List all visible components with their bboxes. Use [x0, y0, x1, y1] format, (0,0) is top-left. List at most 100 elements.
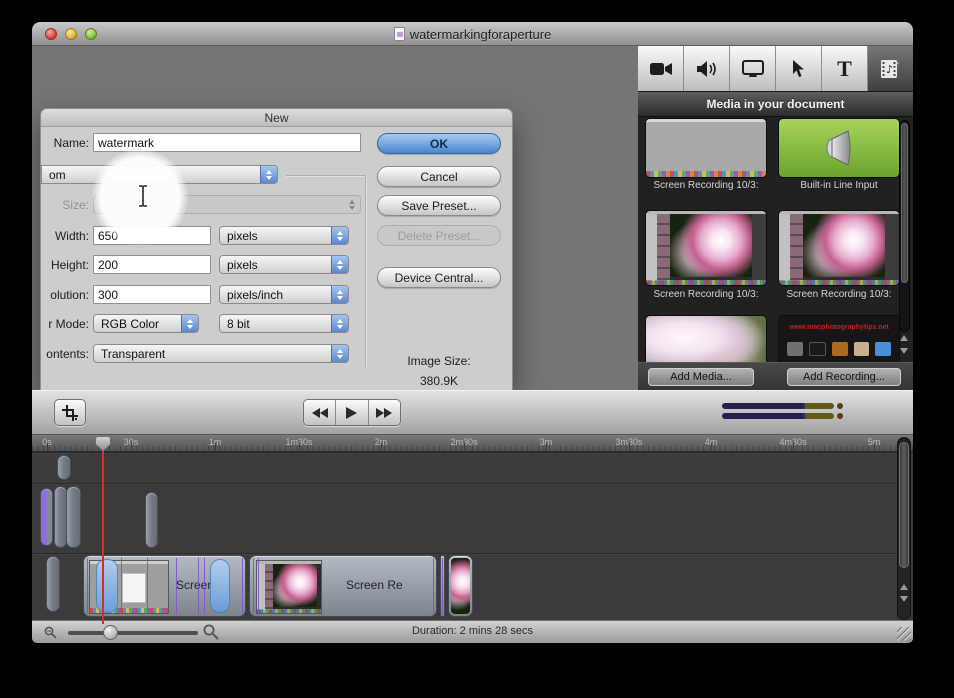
device-central-button[interactable]: Device Central...: [377, 267, 501, 288]
scroll-down-arrow[interactable]: [900, 348, 908, 354]
timeline-clip-screen-recording-2[interactable]: Screen Re: [249, 555, 437, 617]
width-unit-dropdown[interactable]: pixels: [219, 226, 349, 245]
timeline-clip-screen-recording-1[interactable]: Screen: [83, 555, 246, 617]
group-border-right: [365, 175, 366, 367]
play-icon: [346, 407, 357, 419]
height-unit-dropdown[interactable]: pixels: [219, 255, 349, 274]
media-item-website-clip[interactable]: www.macphotographytips.net: [778, 315, 900, 362]
clip-action-marker[interactable]: [210, 559, 230, 613]
width-input[interactable]: [93, 226, 211, 245]
timeline-clip-small[interactable]: [46, 556, 60, 612]
resolution-unit-dropdown[interactable]: pixels/inch: [219, 285, 349, 304]
media-item-screen-recording-3[interactable]: [778, 210, 900, 286]
timeline-clip-purple[interactable]: [40, 488, 53, 546]
resolution-unit-value: pixels/inch: [227, 288, 283, 302]
name-input[interactable]: [93, 133, 361, 152]
height-input[interactable]: [93, 255, 211, 274]
height-label: Height:: [51, 258, 89, 272]
track-separator: [32, 553, 913, 554]
ruler-major-tick: [215, 443, 216, 451]
document-icon: [394, 27, 405, 41]
fast-forward-button[interactable]: [369, 400, 400, 425]
lily-photo: [451, 558, 470, 614]
ruler-major-tick: [381, 443, 382, 451]
rewind-button[interactable]: [304, 400, 336, 425]
play-button[interactable]: [336, 400, 368, 425]
timeline-scrollbar-arrows: [898, 584, 910, 602]
panel-tab-bar: T ♪ ♪: [638, 46, 913, 92]
color-mode-dropdown[interactable]: RGB Color: [93, 314, 199, 333]
media-item-line-input[interactable]: [778, 118, 900, 178]
preset-dropdown[interactable]: om: [41, 165, 278, 184]
clip-label: Screen Re: [346, 578, 403, 592]
bit-depth-dropdown[interactable]: 8 bit: [219, 314, 349, 333]
dock-strip: [257, 609, 321, 613]
lily-photo: [670, 214, 752, 277]
scroll-down-arrow[interactable]: [900, 596, 908, 602]
timeline-clip-small[interactable]: [57, 455, 71, 480]
title-bar[interactable]: watermarkingforaperture: [32, 22, 913, 46]
clip-action-marker[interactable]: [96, 559, 118, 613]
tab-display[interactable]: [730, 46, 776, 91]
crop-button[interactable]: [54, 399, 86, 426]
svg-text:♪: ♪: [893, 61, 899, 72]
icon-swatch: [875, 342, 891, 356]
media-item-screen-recording-2[interactable]: [645, 210, 767, 286]
timeline-clip-small[interactable]: [66, 486, 81, 548]
clip-label: Screen: [176, 578, 214, 592]
scroll-up-arrow[interactable]: [900, 335, 908, 341]
media-clip-icon: ♪ ♪: [880, 59, 902, 79]
lily-photo: [273, 564, 317, 607]
resolution-input[interactable]: [93, 285, 211, 304]
timeline-clip-sliver[interactable]: [440, 555, 445, 617]
media-item-label: Screen Recording 10/3:: [775, 289, 903, 300]
timeline-ruler[interactable]: 0s 30s 1m 1m30s 2m 2m30s 3m 3m30s 4m 4m3…: [32, 435, 913, 452]
tab-cursor[interactable]: [776, 46, 822, 91]
new-document-dialog: New Name: OK om Cancel Size: S: [40, 108, 513, 390]
ruler-major-tick: [464, 443, 465, 451]
scroll-up-arrow[interactable]: [900, 584, 908, 590]
media-scrollbar-arrows: [899, 335, 909, 354]
group-border-top: [286, 175, 365, 176]
tab-audio[interactable]: [684, 46, 730, 91]
ruler-major-tick: [629, 443, 630, 451]
media-buttons-bar: Add Media... Add Recording...: [638, 362, 913, 390]
sidebar-strip: [779, 214, 790, 281]
dock-strip: [646, 171, 766, 177]
audio-meter: [722, 413, 834, 419]
delete-preset-button: Delete Preset...: [377, 225, 501, 246]
tab-media[interactable]: ♪ ♪: [868, 46, 913, 91]
clip-marker-line: [433, 558, 434, 614]
rewind-icon: [312, 408, 328, 418]
save-preset-button[interactable]: Save Preset...: [377, 195, 501, 216]
icon-swatch: [854, 342, 870, 356]
media-scrollbar-thumb[interactable]: [901, 123, 908, 283]
timeline-scrollbar-thumb[interactable]: [899, 442, 909, 568]
lily-photo: [803, 214, 885, 277]
window-title: watermarkingforaperture: [410, 27, 552, 42]
color-mode-label: r Mode:: [48, 317, 89, 331]
timeline-scrollbar-track[interactable]: [897, 437, 911, 620]
ok-button[interactable]: OK: [377, 133, 501, 154]
audio-level-meters: [722, 403, 872, 423]
window-resize-grip[interactable]: [897, 627, 911, 641]
timeline-clip-small[interactable]: [145, 492, 158, 548]
transport-controls: [303, 399, 401, 426]
fast-forward-icon: [376, 408, 392, 418]
add-recording-button[interactable]: Add Recording...: [787, 368, 901, 386]
image-size-label: Image Size:: [377, 354, 501, 368]
inspector-strip: [752, 214, 766, 281]
media-item-screen-recording-1[interactable]: [645, 118, 767, 178]
size-label: Size:: [62, 198, 89, 212]
tab-video-camera[interactable]: [638, 46, 684, 91]
media-scrollbar-track[interactable]: [899, 120, 910, 332]
sidebar-strip: [646, 214, 657, 281]
contents-dropdown[interactable]: Transparent: [93, 344, 349, 363]
speaker-cone-icon: [818, 130, 860, 166]
add-media-button[interactable]: Add Media...: [648, 368, 754, 386]
timeline-clip-lily[interactable]: [448, 555, 473, 617]
cancel-button[interactable]: Cancel: [377, 166, 501, 187]
preset-stepper: [260, 166, 277, 183]
media-item-lily-photo[interactable]: [645, 315, 767, 362]
tab-text[interactable]: T: [822, 46, 868, 91]
